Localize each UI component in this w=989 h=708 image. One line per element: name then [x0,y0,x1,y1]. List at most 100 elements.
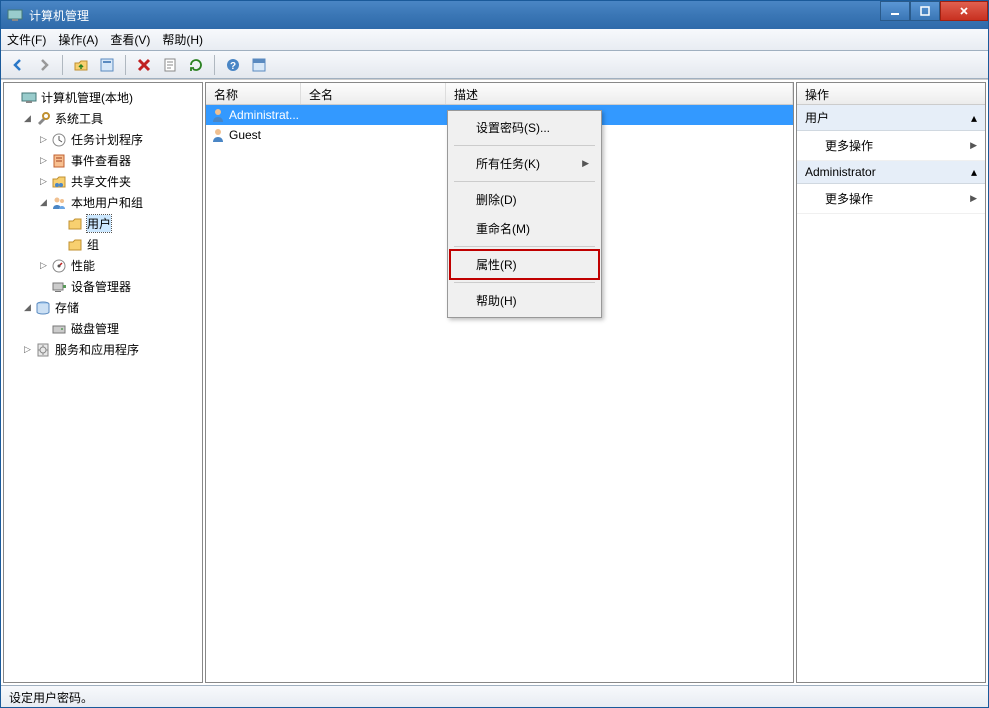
tree-groups[interactable]: 组 [4,234,202,255]
ctx-label: 重命名(M) [476,220,530,237]
menubar: 文件(F) 操作(A) 查看(V) 帮助(H) [1,29,988,51]
ctx-delete[interactable]: 删除(D) [450,185,599,214]
app-icon [7,7,23,23]
forward-button[interactable] [33,54,55,76]
export-button[interactable] [159,54,181,76]
tree-task-scheduler[interactable]: ▷ 任务计划程序 [4,129,202,150]
help-button[interactable]: ? [222,54,244,76]
actions-header: 操作 [797,83,985,105]
tree-panel[interactable]: 计算机管理(本地) ◢ 系统工具 ▷ 任务计划程序 ▷ 事件查看器 ▷ 共享文件… [3,82,203,683]
refresh-button[interactable] [185,54,207,76]
up-folder-button[interactable] [70,54,92,76]
tree-label: 本地用户和组 [71,194,143,211]
ctx-label: 帮助(H) [476,292,517,309]
toolbar-separator [214,55,215,75]
expand-icon[interactable]: ▷ [22,344,33,355]
menu-action[interactable]: 操作(A) [58,31,98,48]
statusbar: 设定用户密码。 [1,685,988,707]
tree-local-users[interactable]: ◢ 本地用户和组 [4,192,202,213]
ctx-label: 设置密码(S)... [476,119,550,136]
titlebar: 计算机管理 [1,1,988,29]
expand-icon[interactable]: ▷ [38,260,49,271]
tree-services-apps[interactable]: ▷ 服务和应用程序 [4,339,202,360]
status-text: 设定用户密码。 [9,691,93,705]
storage-icon [35,300,51,316]
expand-icon[interactable]: ▷ [38,134,49,145]
tree-users[interactable]: 用户 [4,213,202,234]
ctx-all-tasks[interactable]: 所有任务(K) ▶ [450,149,599,178]
expand-icon[interactable]: ▷ [38,176,49,187]
section-label: 用户 [805,109,829,126]
maximize-button[interactable] [910,1,940,21]
tree-label: 存储 [55,299,79,316]
close-button[interactable] [940,1,988,21]
menu-view[interactable]: 查看(V) [110,31,150,48]
computer-icon [21,90,37,106]
svg-text:?: ? [230,61,236,72]
column-description[interactable]: 描述 [446,83,793,104]
blank-icon [38,323,49,334]
tree-label: 磁盘管理 [71,320,119,337]
options-button[interactable] [248,54,270,76]
menu-file[interactable]: 文件(F) [7,31,46,48]
toolbar-separator [62,55,63,75]
ctx-properties[interactable]: 属性(R) [450,250,599,279]
section-label: Administrator [805,165,876,179]
tree-label: 组 [87,236,99,253]
action-more-users[interactable]: 更多操作 ▶ [797,131,985,161]
tree-event-viewer[interactable]: ▷ 事件查看器 [4,150,202,171]
action-label: 更多操作 [825,190,873,207]
submenu-arrow-icon: ▶ [582,158,589,169]
tree-root[interactable]: 计算机管理(本地) [4,87,202,108]
blank-icon [54,218,65,229]
collapse-icon: ▴ [971,165,977,179]
tree-performance[interactable]: ▷ 性能 [4,255,202,276]
ctx-label: 删除(D) [476,191,517,208]
actions-section-users[interactable]: 用户 ▴ [797,105,985,131]
tree-storage[interactable]: ◢ 存储 [4,297,202,318]
tree-system-tools[interactable]: ◢ 系统工具 [4,108,202,129]
ctx-label: 属性(R) [476,256,517,273]
column-name[interactable]: 名称 [206,83,301,104]
tree-label: 事件查看器 [71,152,131,169]
tree-label: 共享文件夹 [71,173,131,190]
ctx-set-password[interactable]: 设置密码(S)... [450,113,599,142]
shared-folder-icon [51,174,67,190]
folder-icon [67,216,83,232]
ctx-separator [454,145,595,146]
column-fullname[interactable]: 全名 [301,83,446,104]
ctx-separator [454,246,595,247]
tree-disk-mgmt[interactable]: 磁盘管理 [4,318,202,339]
blank-icon [8,92,19,103]
folder-icon [67,237,83,253]
back-button[interactable] [7,54,29,76]
actions-section-admin[interactable]: Administrator ▴ [797,161,985,184]
actions-panel: 操作 用户 ▴ 更多操作 ▶ Administrator ▴ 更多操作 ▶ [796,82,986,683]
device-icon [51,279,67,295]
computer-management-window: 计算机管理 文件(F) 操作(A) 查看(V) 帮助(H) ? [0,0,989,708]
collapse-icon[interactable]: ◢ [38,197,49,208]
tree-device-manager[interactable]: 设备管理器 [4,276,202,297]
tree-shared-folders[interactable]: ▷ 共享文件夹 [4,171,202,192]
user-icon [210,127,226,143]
ctx-separator [454,181,595,182]
cell-name: Administrat... [229,108,317,122]
action-more-admin[interactable]: 更多操作 ▶ [797,184,985,214]
tree-label: 系统工具 [55,110,103,127]
toolbar: ? [1,51,988,79]
ctx-help[interactable]: 帮助(H) [450,286,599,315]
action-label: 更多操作 [825,137,873,154]
expand-icon[interactable]: ▷ [38,155,49,166]
collapse-icon[interactable]: ◢ [22,113,33,124]
collapse-icon: ▴ [971,111,977,125]
services-icon [35,342,51,358]
delete-button[interactable] [133,54,155,76]
tree-label: 任务计划程序 [71,131,143,148]
properties-button[interactable] [96,54,118,76]
minimize-button[interactable] [880,1,910,21]
collapse-icon[interactable]: ◢ [22,302,33,313]
menu-help[interactable]: 帮助(H) [162,31,203,48]
ctx-rename[interactable]: 重命名(M) [450,214,599,243]
cell-name: Guest [229,128,317,142]
toolbar-separator [125,55,126,75]
